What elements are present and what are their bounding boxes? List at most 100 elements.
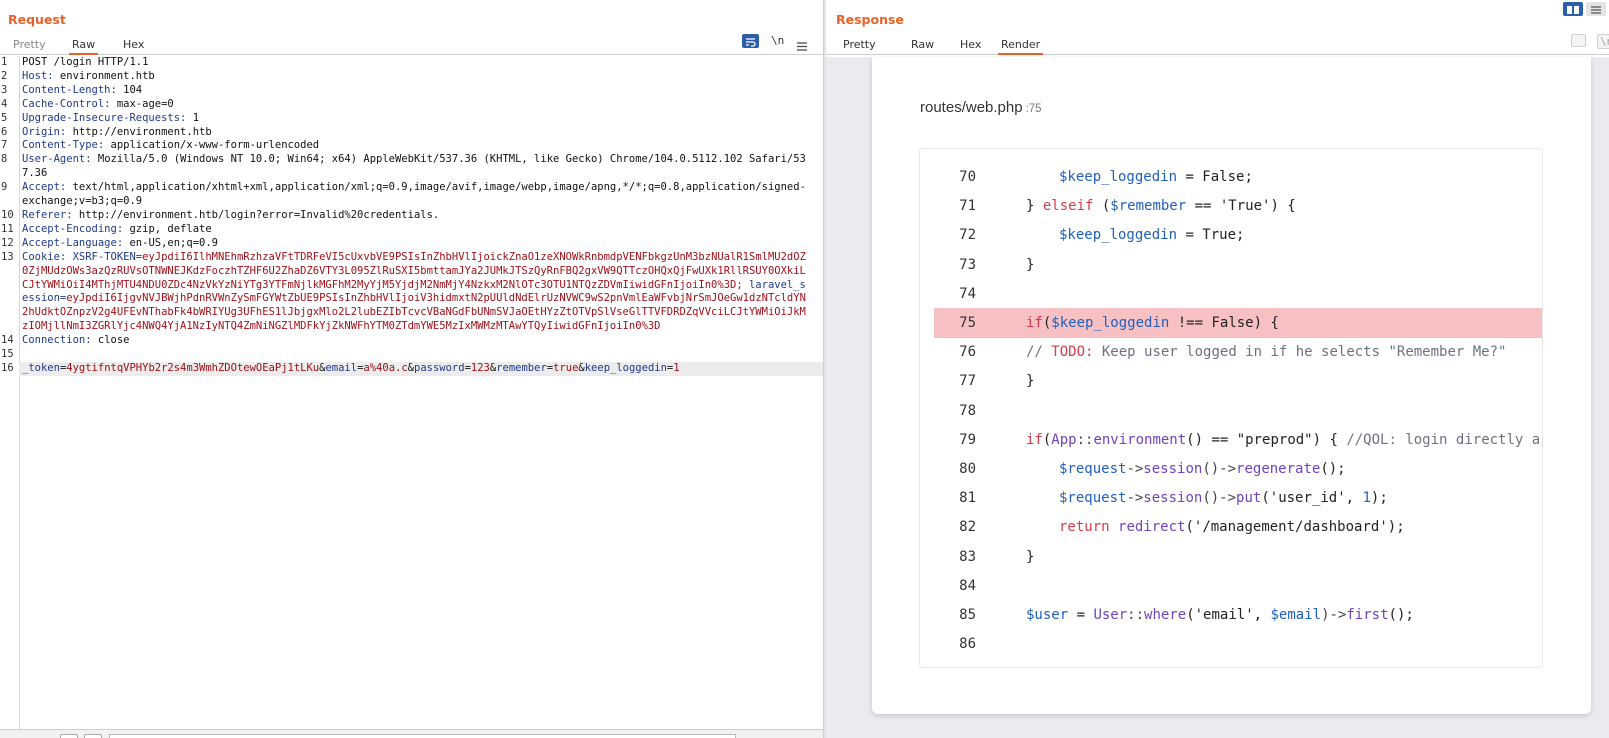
- search-option-button[interactable]: [84, 734, 102, 738]
- line-text: Connection: close: [19, 334, 823, 348]
- tab-hex[interactable]: Hex: [957, 36, 984, 55]
- line-number: 15: [1, 348, 14, 361]
- header-value: http://environment.htb/login?error=Inval…: [72, 208, 440, 221]
- newline-toggle-button[interactable]: \n: [1597, 34, 1609, 49]
- code-token: return: [1059, 519, 1110, 536]
- header-value: 1: [186, 111, 200, 124]
- param-value: a%40a.c: [363, 361, 408, 374]
- line-text: Host: environment.htb: [19, 70, 823, 84]
- code-token: }: [1026, 373, 1035, 390]
- tab-pretty[interactable]: Pretty: [840, 36, 879, 55]
- file-line-number: :75: [1025, 103, 1042, 115]
- header-value: en-US,en;q=0.9: [123, 236, 218, 249]
- header-name: Cookie:: [22, 250, 67, 263]
- code-token: 1: [1362, 490, 1371, 507]
- line-text: Origin: http://environment.htb: [19, 126, 823, 140]
- code-token: regenerate: [1236, 461, 1321, 477]
- line-number: 6: [1, 125, 8, 138]
- response-tabbar: Pretty Raw Hex Render: [826, 34, 1609, 55]
- code-token: $keep_loggedin: [1059, 227, 1178, 244]
- line-number: 11: [1, 222, 14, 235]
- code-line: 81 $request->session()->put('user_id', 1)…: [934, 483, 1542, 513]
- code-line-number: 84: [959, 577, 976, 594]
- header-name: Upgrade-Insecure-Requests:: [22, 111, 187, 124]
- line-number: 2: [1, 69, 8, 82]
- newline-toggle-button[interactable]: \n: [771, 34, 784, 47]
- hamburger-menu-icon[interactable]: [797, 36, 807, 55]
- tab-hex[interactable]: Hex: [120, 36, 147, 55]
- code-line-number: 70: [959, 169, 976, 185]
- line-text: Content-Type: application/x-www-form-url…: [19, 139, 823, 153]
- request-title: Request: [8, 12, 66, 27]
- request-line: 14 Connection: close: [0, 334, 823, 348]
- request-line: 3 Content-Length: 104: [0, 84, 823, 98]
- code-token: ()->: [1202, 490, 1237, 507]
- code-line-number: 78: [959, 402, 976, 419]
- search-option-button[interactable]: [60, 734, 78, 738]
- tab-render[interactable]: Render: [998, 36, 1044, 55]
- code-token: (: [1186, 607, 1195, 623]
- code-token: 'True': [1219, 198, 1271, 215]
- wrap-lines-icon[interactable]: [742, 34, 759, 48]
- request-editor[interactable]: 1 POST /login HTTP/1.1 2 Host: environment.…: [0, 56, 823, 729]
- header-name: Content-Type:: [22, 139, 105, 152]
- code-line-number: 83: [959, 548, 976, 565]
- stacked-layout-icon[interactable]: [1586, 2, 1606, 16]
- code-token: 'email': [1194, 607, 1254, 623]
- wrap-lines-icon[interactable]: [1571, 34, 1586, 47]
- tab-raw[interactable]: Raw: [69, 36, 99, 55]
- param-key: remember: [496, 361, 547, 374]
- code-line-number: 80: [959, 461, 976, 477]
- code-token: ();: [1388, 607, 1414, 623]
- header-name: Accept-Encoding:: [22, 222, 124, 235]
- code-token: ()->: [1202, 461, 1237, 477]
- line-number: 13: [1, 250, 14, 263]
- code-snippet: 70 $keep_loggedin = False; 71} elseif ($re…: [919, 148, 1543, 668]
- code-token: session: [1143, 490, 1203, 507]
- code-token: where: [1144, 607, 1187, 623]
- header-value: gzip, deflate: [123, 222, 212, 235]
- code-token: }: [1026, 256, 1035, 273]
- code-token: ) {: [1270, 198, 1296, 215]
- highlighted-code-line: 75 if($keep_loggedin !== False) {: [934, 308, 1542, 338]
- response-title: Response: [836, 12, 904, 27]
- code-token: $request: [1059, 490, 1127, 507]
- code-token: $request: [1059, 461, 1127, 477]
- request-line: 6 Origin: http://environment.htb: [0, 126, 823, 140]
- tab-pretty[interactable]: Pretty: [10, 36, 49, 55]
- header-name: Connection:: [22, 334, 92, 347]
- code-token: ,: [1253, 607, 1271, 623]
- code-line: 84: [934, 571, 1542, 601]
- tab-raw[interactable]: Raw: [908, 36, 937, 55]
- code-token: );: [1387, 519, 1405, 536]
- code-line: 72 $keep_loggedin = True;: [934, 220, 1542, 250]
- response-pane: Response Pretty Raw Hex Render \n routes…: [826, 0, 1609, 738]
- search-input[interactable]: [109, 734, 736, 738]
- code-token: (: [1093, 198, 1111, 215]
- code-token: "preprod": [1236, 431, 1313, 448]
- code-line: 77}: [934, 366, 1542, 396]
- code-line-number: 81: [959, 490, 976, 507]
- request-line: 1 POST /login HTTP/1.1: [0, 56, 823, 70]
- code-token: $keep_loggedin: [1051, 315, 1170, 331]
- line-text: User-Agent: Mozilla/5.0 (Windows NT 10.0…: [19, 153, 823, 181]
- header-value: http://environment.htb: [66, 125, 212, 138]
- code-token: $email: [1270, 607, 1322, 623]
- request-line: 8 User-Agent: Mozilla/5.0 (Windows NT 10.…: [0, 153, 823, 181]
- code-token: first: [1346, 607, 1389, 623]
- line-text: Upgrade-Insecure-Requests: 1: [19, 112, 823, 126]
- header-name: Accept:: [22, 181, 67, 194]
- line-number: 1: [1, 56, 8, 68]
- line-text: Accept-Language: en-US,en;q=0.9: [19, 237, 823, 251]
- side-by-side-layout-icon[interactable]: [1563, 2, 1583, 16]
- render-viewport: routes/web.php:75 70 $keep_loggedin = Fal…: [826, 57, 1609, 738]
- code-token: ::: [1127, 607, 1145, 623]
- request-tabbar: Pretty Raw Hex: [0, 34, 823, 55]
- request-line: 2 Host: environment.htb: [0, 70, 823, 84]
- request-line: 11 Accept-Encoding: gzip, deflate: [0, 223, 823, 237]
- header-name: User-Agent:: [22, 153, 92, 166]
- line-number: 10: [1, 208, 14, 221]
- code-line: 82 return redirect('/management/dashboard…: [934, 512, 1542, 542]
- code-token: User: [1093, 607, 1128, 623]
